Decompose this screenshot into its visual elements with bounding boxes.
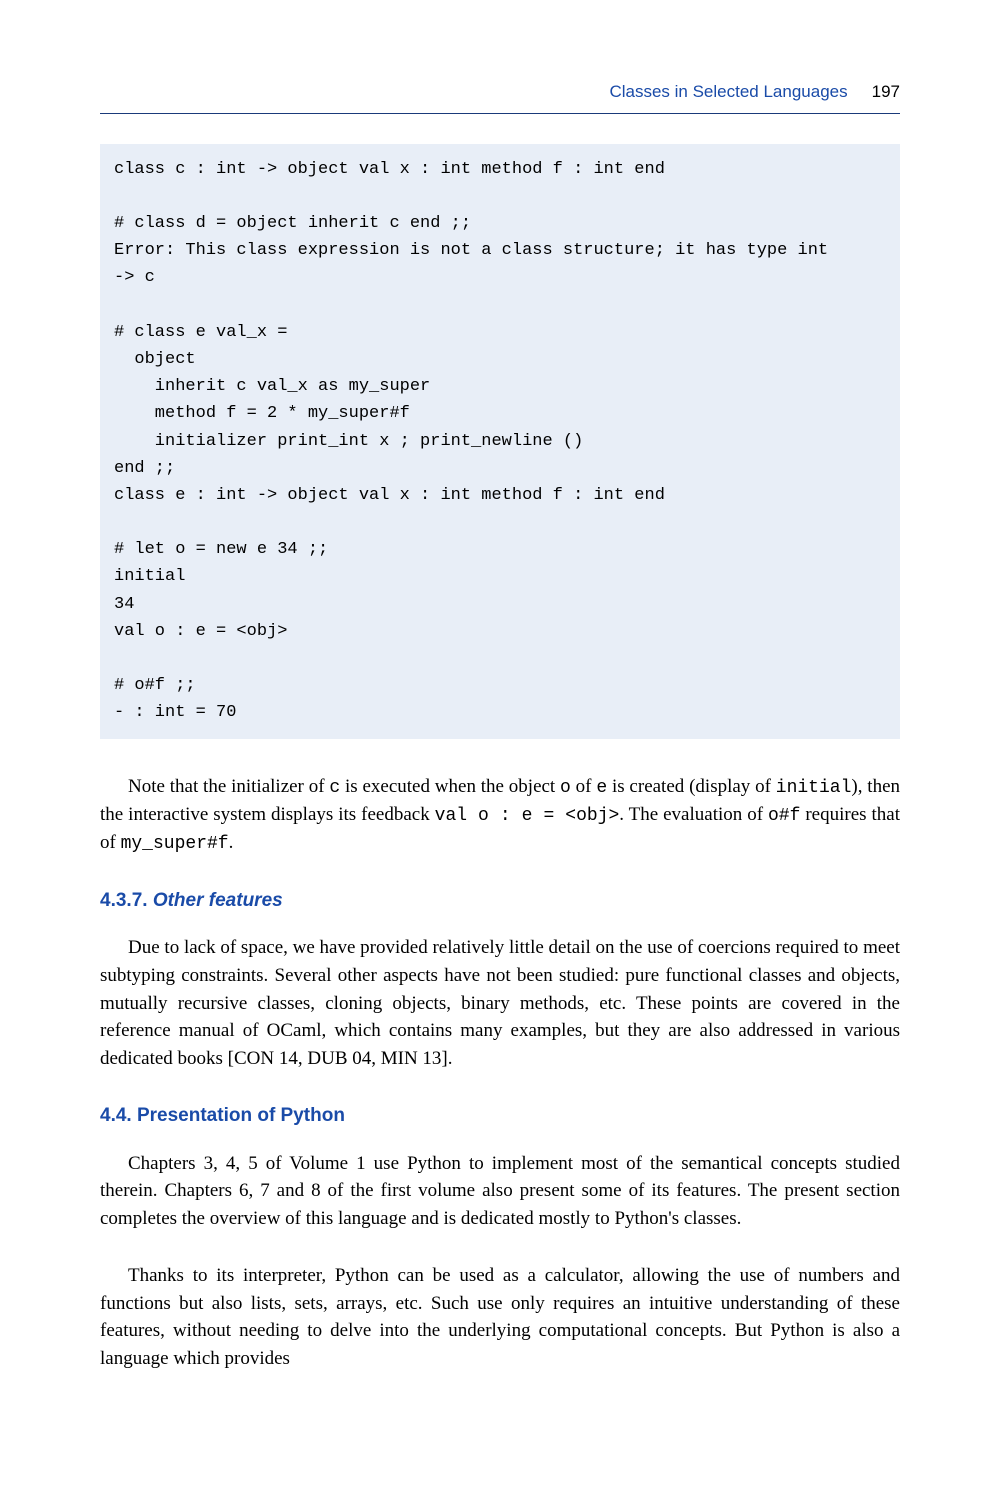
inline-code: initial: [776, 778, 852, 798]
inline-code: my_super#f: [121, 834, 229, 854]
section-heading-437: 4.3.7. Other features: [100, 887, 900, 915]
text: Note that the initializer of: [128, 776, 329, 797]
text: is executed when the object: [340, 776, 560, 797]
code-listing: class c : int -> object val x : int meth…: [100, 144, 900, 739]
section-number: 4.3.7.: [100, 890, 148, 911]
inline-code: val o : e = <obj>: [435, 806, 620, 826]
inline-code: o#f: [768, 806, 800, 826]
page-number: 197: [872, 80, 900, 105]
inline-code: e: [596, 778, 607, 798]
paragraph-note-initializer: Note that the initializer of c is execut…: [100, 773, 900, 857]
section-number: 4.4.: [100, 1105, 132, 1126]
section-title: Presentation of Python: [137, 1105, 345, 1126]
paragraph-python-interpreter: Thanks to its interpreter, Python can be…: [100, 1262, 900, 1372]
running-title: Classes in Selected Languages: [609, 80, 847, 105]
inline-code: c: [329, 778, 340, 798]
text: . The evaluation of: [619, 804, 768, 825]
paragraph-other-features: Due to lack of space, we have provided r…: [100, 934, 900, 1072]
text: of: [571, 776, 596, 797]
paragraph-python-chapters: Chapters 3, 4, 5 of Volume 1 use Python …: [100, 1150, 900, 1233]
section-heading-44: 4.4. Presentation of Python: [100, 1102, 900, 1130]
inline-code: o: [560, 778, 571, 798]
page-header: Classes in Selected Languages 197: [100, 80, 900, 114]
section-title: Other features: [153, 890, 283, 911]
text: .: [229, 832, 234, 853]
text: is created (display of: [607, 776, 776, 797]
